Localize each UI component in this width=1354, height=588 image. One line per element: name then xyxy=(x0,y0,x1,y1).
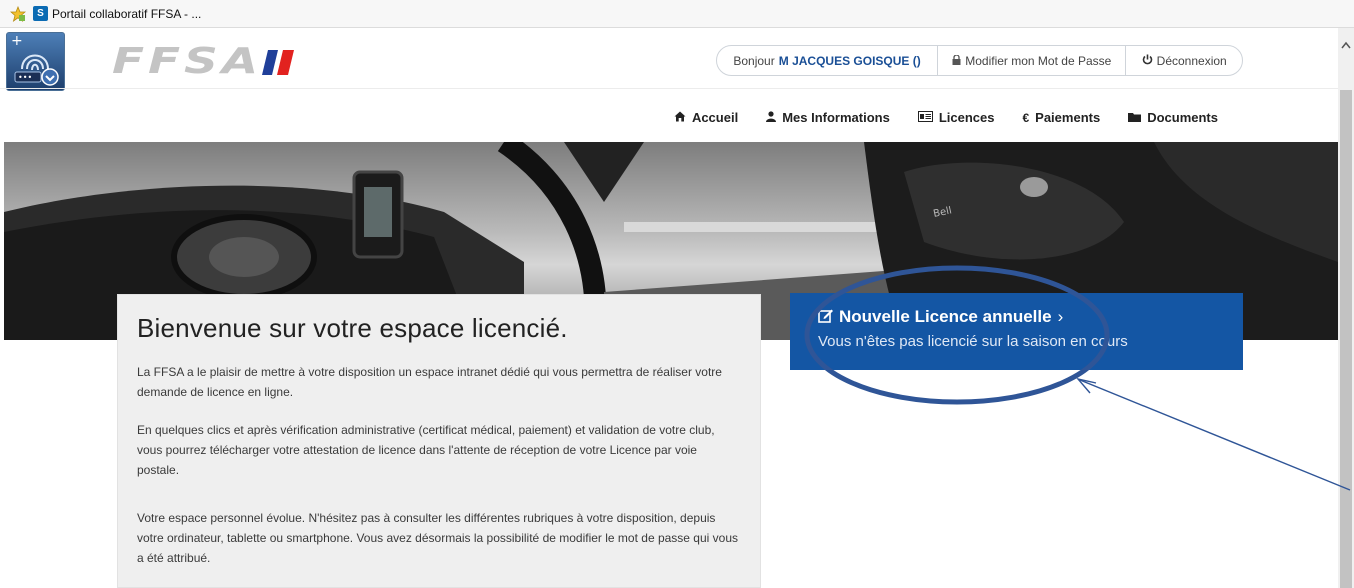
favorites-bar: S Portail collaboratif FFSA - ... xyxy=(0,0,1354,28)
welcome-card: Bienvenue sur votre espace licencié. La … xyxy=(117,294,761,588)
logout-link[interactable]: Déconnexion xyxy=(1126,46,1242,75)
user-name: M JACQUES GOISQUE () xyxy=(778,53,921,68)
nav-label: Accueil xyxy=(691,110,739,125)
nav-label: Licences xyxy=(938,110,995,125)
change-password-link[interactable]: Modifier mon Mot de Passe xyxy=(938,46,1127,75)
welcome-title: Bienvenue sur votre espace licencié. xyxy=(137,313,568,343)
scroll-up-arrow-icon[interactable] xyxy=(1338,38,1354,54)
welcome-paragraph-1: La FFSA a le plaisir de mettre à votre d… xyxy=(137,365,722,399)
vertical-scrollbar[interactable] xyxy=(1338,28,1354,588)
ffsa-logo[interactable]: FFSA xyxy=(112,41,302,82)
nav-item-documents[interactable]: Documents xyxy=(1128,110,1218,125)
id-card-icon xyxy=(917,110,933,125)
main-nav: Accueil Mes Informations Licences € Paie… xyxy=(674,110,1218,125)
cta-subtitle: Vous n'êtes pas licencié sur la saison e… xyxy=(818,333,1128,350)
lock-icon xyxy=(952,53,961,68)
favorite-link[interactable]: Portail collaboratif FFSA - ... xyxy=(52,7,201,21)
nav-label: Paiements xyxy=(1035,110,1101,125)
nav-item-accueil[interactable]: Accueil xyxy=(674,110,738,125)
nav-label: Mes Informations xyxy=(782,110,890,125)
nav-item-licences[interactable]: Licences xyxy=(917,110,995,125)
cta-title: Nouvelle Licence annuelle › xyxy=(818,307,1243,327)
fingerprint-app-icon[interactable]: + ••• xyxy=(6,32,65,91)
header-divider xyxy=(0,88,1338,89)
favorites-star-icon[interactable] xyxy=(10,6,26,22)
nav-item-mes-informations[interactable]: Mes Informations xyxy=(766,110,890,125)
nav-item-paiements[interactable]: € Paiements xyxy=(1022,110,1100,125)
annotation-arrow-line xyxy=(1079,379,1351,491)
user-icon xyxy=(766,110,777,125)
home-icon xyxy=(674,111,686,125)
svg-text:•••: ••• xyxy=(18,73,32,82)
welcome-paragraph-3: Votre espace personnel évolue. N'hésitez… xyxy=(137,511,739,565)
nav-label: Documents xyxy=(1147,110,1218,125)
power-icon xyxy=(1142,54,1153,68)
scrollbar-thumb[interactable] xyxy=(1340,90,1352,588)
svg-text:+: + xyxy=(11,33,23,49)
greeting-prefix: Bonjour xyxy=(733,53,775,68)
welcome-paragraph-2: En quelques clics et après vérification … xyxy=(137,423,715,477)
greeting: Bonjour M JACQUES GOISQUE () xyxy=(717,46,939,75)
svg-text:FFSA: FFSA xyxy=(112,44,262,78)
logout-label: Déconnexion xyxy=(1156,53,1227,68)
folder-icon xyxy=(1128,111,1142,125)
edit-icon xyxy=(818,308,833,327)
chevron-right-icon: › xyxy=(1057,307,1064,326)
sharepoint-icon: S xyxy=(33,6,48,21)
annotation-arrow-head xyxy=(1076,377,1097,394)
cta-title-label: Nouvelle Licence annuelle xyxy=(839,307,1052,326)
user-bar: Bonjour M JACQUES GOISQUE () Modifier mo… xyxy=(716,45,1243,76)
change-password-label: Modifier mon Mot de Passe xyxy=(965,53,1112,68)
euro-icon: € xyxy=(1022,110,1030,125)
new-annual-licence-button[interactable]: Nouvelle Licence annuelle › Vous n'êtes … xyxy=(790,293,1243,370)
